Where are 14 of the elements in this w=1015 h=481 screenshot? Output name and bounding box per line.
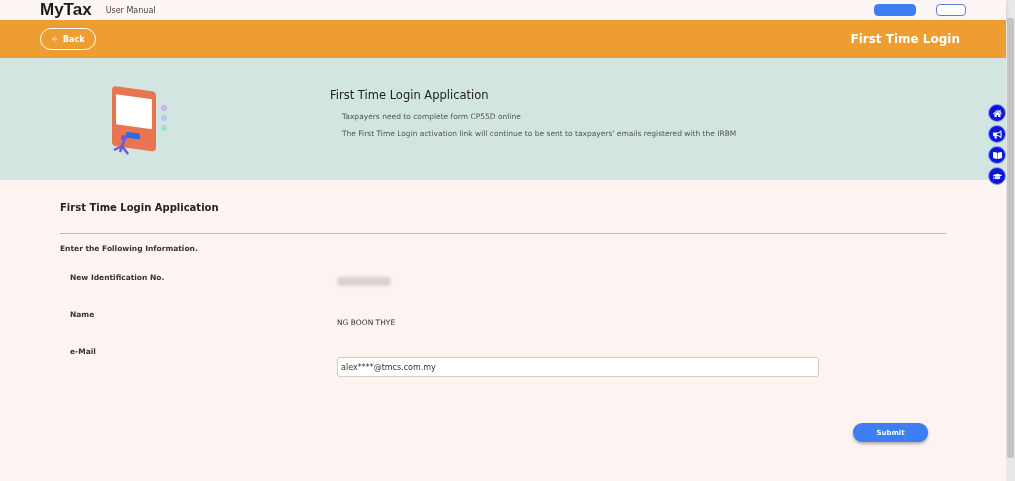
header-button[interactable] [874,4,916,16]
arrow-left-icon [51,35,59,43]
book-icon [992,150,1002,160]
banner-heading: First Time Login Application [330,88,490,102]
graduation-cap-icon [992,171,1002,181]
logo: MyTax [40,0,92,20]
email-input[interactable]: alex****@tmcs.com.my [337,357,819,377]
header-button[interactable] [936,4,966,16]
form-title: First Time Login Application [60,202,220,213]
page-title: First Time Login [850,32,960,46]
header-subtitle: User Manual [105,5,156,15]
blurred-value [337,277,391,286]
megaphone-icon [992,129,1002,139]
home-icon [992,108,1002,118]
